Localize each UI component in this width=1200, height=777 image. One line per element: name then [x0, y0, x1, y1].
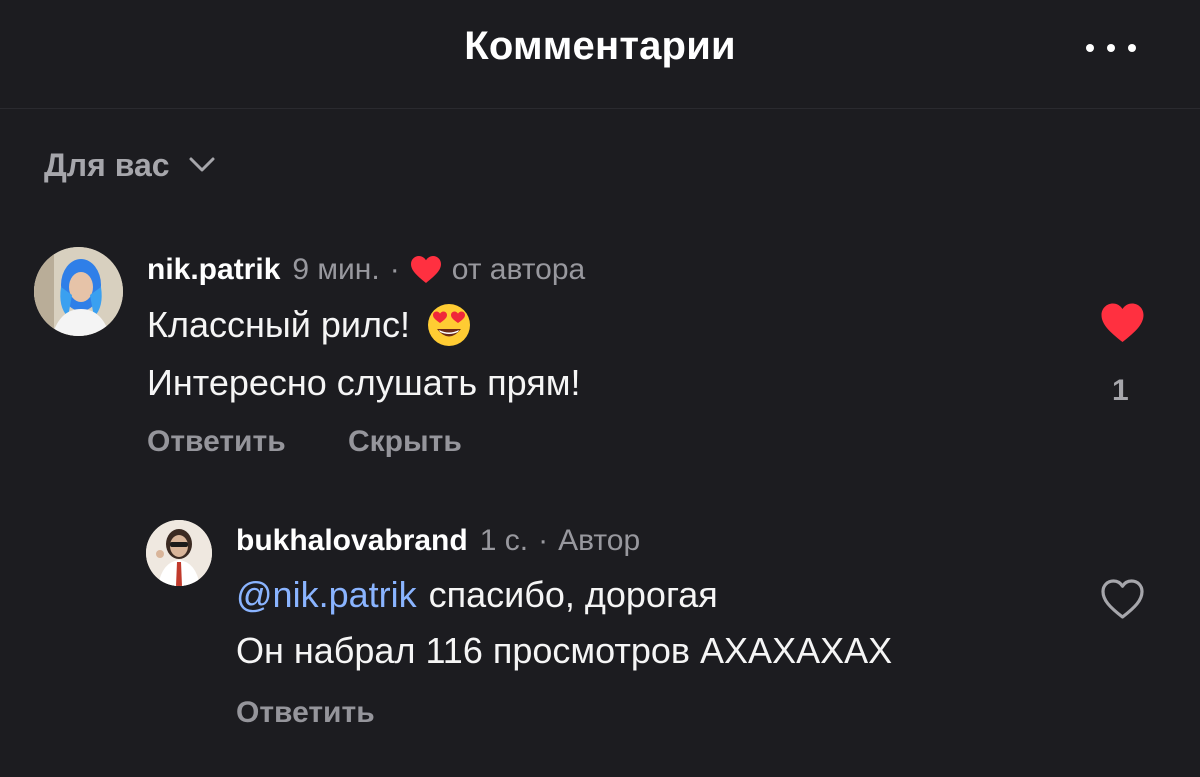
- avatar[interactable]: [146, 520, 212, 586]
- timestamp: 9 мин.: [292, 253, 380, 286]
- comment-text-line: Интересно слушать прям!: [147, 358, 581, 408]
- comment-text-line: Классный рилс!: [147, 300, 472, 350]
- avatar[interactable]: [34, 247, 123, 336]
- author-liked-badge: от автора: [451, 253, 586, 286]
- comment-text: Он набрал 116 просмотров АХАХАХАХ: [236, 630, 893, 671]
- comments-sort-dropdown[interactable]: Для вас: [44, 145, 216, 185]
- author-heart-icon: [410, 256, 441, 283]
- like-count: 1: [1112, 374, 1129, 407]
- comment-text-line: @nik.patrik спасибо, дорогая: [236, 570, 718, 620]
- page-title: Комментарии: [464, 24, 736, 68]
- comment-meta: nik.patrik 9 мин. · от автора: [147, 250, 585, 290]
- chevron-down-icon: [189, 157, 215, 172]
- author-badge: Автор: [558, 524, 641, 557]
- username[interactable]: nik.patrik: [147, 253, 280, 287]
- comment-text: спасибо, дорогая: [428, 574, 718, 615]
- separator: ·: [538, 524, 549, 557]
- reply-button[interactable]: Ответить: [147, 425, 286, 459]
- mention-link[interactable]: @nik.patrik: [236, 574, 417, 616]
- sort-label: Для вас: [44, 146, 170, 183]
- separator: ·: [389, 253, 400, 286]
- username[interactable]: bukhalovabrand: [236, 524, 468, 558]
- reply-button[interactable]: Ответить: [236, 696, 375, 730]
- heart-outline-icon[interactable]: [1100, 578, 1145, 620]
- comment-text-line: Он набрал 116 просмотров АХАХАХАХ: [236, 626, 892, 676]
- comment-text: Интересно слушать прям!: [147, 362, 581, 403]
- heart-eyes-emoji-icon: [428, 304, 471, 346]
- timestamp: 1 с.: [479, 524, 529, 557]
- header-bar: Комментарии: [0, 0, 1200, 109]
- comment-meta: bukhalovabrand 1 с. · Автор: [236, 521, 640, 561]
- more-options-icon[interactable]: [1086, 36, 1136, 60]
- comment-text: Классный рилс!: [147, 304, 411, 345]
- hide-button[interactable]: Скрыть: [348, 425, 462, 459]
- heart-filled-icon[interactable]: [1100, 302, 1145, 344]
